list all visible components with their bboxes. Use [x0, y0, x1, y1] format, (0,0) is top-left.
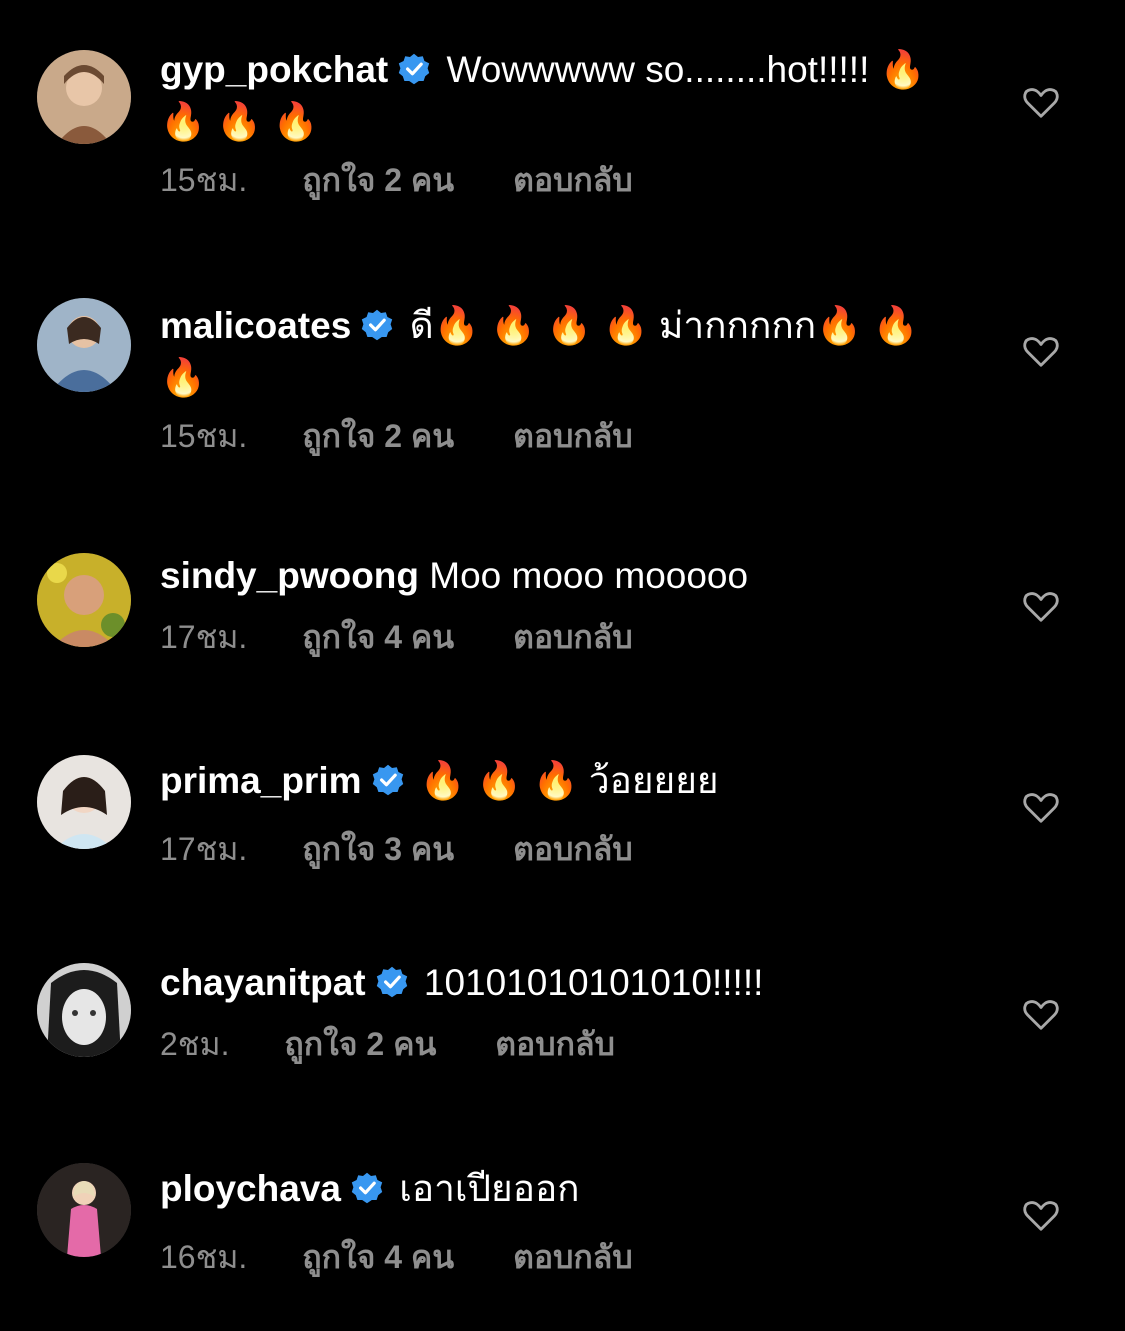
- verified-badge-icon: [398, 53, 430, 85]
- likes-count[interactable]: ถูกใจ 2 คน: [302, 162, 454, 198]
- username[interactable]: ploychava: [160, 1168, 341, 1209]
- comment-time: 16ชม.: [160, 1239, 248, 1275]
- username[interactable]: chayanitpat: [160, 962, 366, 1003]
- verified-badge-icon: [361, 309, 393, 341]
- heart-outline-icon[interactable]: [1022, 996, 1060, 1034]
- username[interactable]: gyp_pokchat: [160, 49, 388, 90]
- likes-count[interactable]: ถูกใจ 4 คน: [302, 619, 454, 655]
- username[interactable]: sindy_pwoong: [160, 555, 419, 596]
- comment-time: 2ชม.: [160, 1026, 230, 1062]
- username[interactable]: malicoates: [160, 305, 351, 346]
- comment-time: 15ชม.: [160, 418, 248, 454]
- likes-count[interactable]: ถูกใจ 2 คน: [302, 418, 454, 454]
- reply-button[interactable]: ตอบกลับ: [513, 162, 633, 198]
- avatar[interactable]: [37, 298, 131, 392]
- avatar[interactable]: [37, 50, 131, 144]
- likes-count[interactable]: ถูกใจ 4 คน: [302, 1239, 454, 1275]
- verified-badge-icon: [376, 966, 408, 998]
- likes-count[interactable]: ถูกใจ 2 คน: [284, 1026, 436, 1062]
- reply-button[interactable]: ตอบกลับ: [513, 831, 633, 867]
- avatar[interactable]: [37, 553, 131, 647]
- reply-button[interactable]: ตอบกลับ: [495, 1026, 615, 1062]
- reply-button[interactable]: ตอบกลับ: [513, 418, 633, 454]
- comment-text: 10101010101010!!!!!: [423, 962, 764, 1003]
- username[interactable]: prima_prim: [160, 760, 362, 801]
- avatar[interactable]: [37, 963, 131, 1057]
- likes-count[interactable]: ถูกใจ 3 คน: [302, 831, 454, 867]
- reply-button[interactable]: ตอบกลับ: [513, 1239, 633, 1275]
- comment-text: Moo mooo mooooo: [429, 555, 749, 596]
- comment-text: 🔥 🔥 🔥 ว้อยยยย: [419, 760, 719, 801]
- verified-badge-icon: [351, 1172, 383, 1204]
- comment-text: เอาเปียออก: [399, 1168, 580, 1209]
- verified-badge-icon: [372, 764, 404, 796]
- comment-time: 15ชม.: [160, 162, 248, 198]
- heart-outline-icon[interactable]: [1022, 789, 1060, 827]
- heart-outline-icon[interactable]: [1022, 84, 1060, 122]
- comment-time: 17ชม.: [160, 619, 248, 655]
- avatar[interactable]: [37, 755, 131, 849]
- reply-button[interactable]: ตอบกลับ: [513, 619, 633, 655]
- heart-outline-icon[interactable]: [1022, 333, 1060, 371]
- heart-outline-icon[interactable]: [1022, 588, 1060, 626]
- heart-outline-icon[interactable]: [1022, 1197, 1060, 1235]
- avatar[interactable]: [37, 1163, 131, 1257]
- comment-time: 17ชม.: [160, 831, 248, 867]
